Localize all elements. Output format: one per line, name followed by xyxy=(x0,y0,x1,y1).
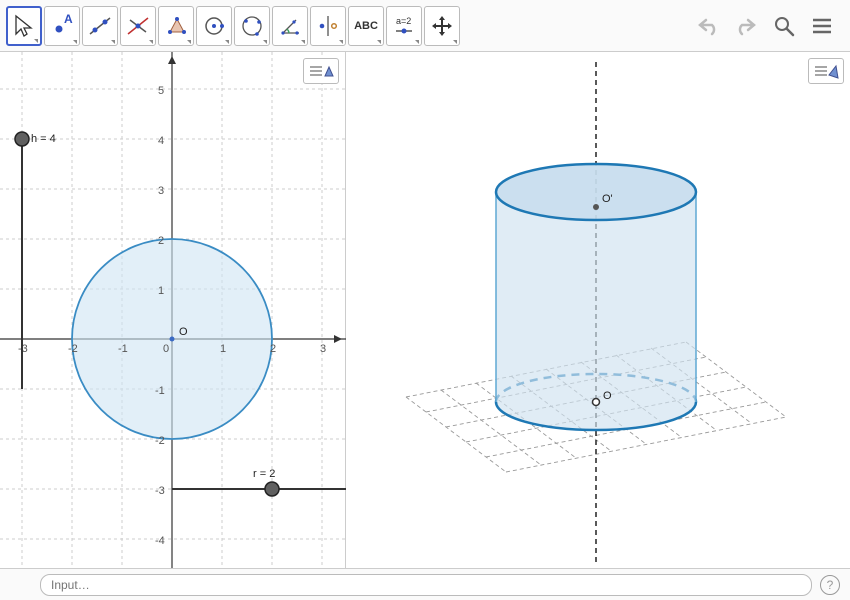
svg-text:2: 2 xyxy=(158,235,164,247)
menu-button[interactable] xyxy=(808,12,836,40)
slider-h-label: h = 4 xyxy=(31,133,56,145)
tool-perpendicular[interactable] xyxy=(120,6,156,46)
stylebar-2d[interactable] xyxy=(303,58,339,84)
svg-text:-2: -2 xyxy=(155,435,165,447)
origin-label: O xyxy=(179,326,188,338)
svg-text:1: 1 xyxy=(220,343,226,355)
slider-h-thumb[interactable] xyxy=(15,132,29,146)
label-o-3d: O xyxy=(603,390,612,402)
svg-text:0: 0 xyxy=(163,343,169,355)
tool-angle[interactable] xyxy=(272,6,308,46)
tool-reflect[interactable] xyxy=(310,6,346,46)
point-oprime-3d[interactable] xyxy=(593,204,599,210)
svg-text:-4: -4 xyxy=(155,535,165,547)
svg-text:3: 3 xyxy=(158,185,164,197)
redo-button[interactable] xyxy=(732,12,760,40)
point-origin[interactable] xyxy=(170,337,175,342)
svg-text:a=2: a=2 xyxy=(396,16,411,26)
tool-move-view[interactable] xyxy=(424,6,460,46)
slider-r-thumb[interactable] xyxy=(265,482,279,496)
tool-slider[interactable]: a=2 xyxy=(386,6,422,46)
svg-text:-1: -1 xyxy=(155,385,165,397)
label-oprime-3d: O' xyxy=(602,193,613,205)
tool-text[interactable]: ABC xyxy=(348,6,384,46)
tool-point[interactable]: A xyxy=(44,6,80,46)
input-field[interactable] xyxy=(40,574,812,596)
stylebar-3d[interactable] xyxy=(808,58,844,84)
toolbar: A ABC a=2 xyxy=(0,0,850,52)
tool-line[interactable] xyxy=(82,6,118,46)
svg-text:5: 5 xyxy=(158,85,164,97)
tool-move[interactable] xyxy=(6,6,42,46)
tool-conic[interactable] xyxy=(234,6,270,46)
svg-text:-1: -1 xyxy=(118,343,128,355)
point-o-3d[interactable] xyxy=(593,399,600,406)
slider-r-label: r = 2 xyxy=(253,468,275,480)
help-button[interactable]: ? xyxy=(820,575,840,595)
svg-text:2: 2 xyxy=(270,343,276,355)
graphics-view-2d[interactable]: O -3 -2 -1 0 1 2 3 5 4 3 2 1 -1 -2 -3 -4… xyxy=(0,52,346,568)
svg-text:1: 1 xyxy=(158,285,164,297)
svg-text:-3: -3 xyxy=(155,485,165,497)
svg-text:A: A xyxy=(64,12,73,26)
canvas-2d[interactable]: O -3 -2 -1 0 1 2 3 5 4 3 2 1 -1 -2 -3 -4… xyxy=(0,52,346,568)
undo-button[interactable] xyxy=(694,12,722,40)
tool-circle[interactable] xyxy=(196,6,232,46)
tool-text-label: ABC xyxy=(354,20,378,32)
search-button[interactable] xyxy=(770,12,798,40)
svg-text:3: 3 xyxy=(320,343,326,355)
cylinder-top[interactable] xyxy=(496,164,696,220)
tool-polygon[interactable] xyxy=(158,6,194,46)
graphics-view-3d[interactable]: O O' xyxy=(346,52,850,568)
svg-text:4: 4 xyxy=(158,135,164,147)
right-tools xyxy=(694,12,844,40)
input-bar: ? xyxy=(0,568,850,600)
svg-text:-2: -2 xyxy=(68,343,78,355)
canvas-3d[interactable]: O O' xyxy=(346,52,850,568)
workspace: O -3 -2 -1 0 1 2 3 5 4 3 2 1 -1 -2 -3 -4… xyxy=(0,52,850,568)
